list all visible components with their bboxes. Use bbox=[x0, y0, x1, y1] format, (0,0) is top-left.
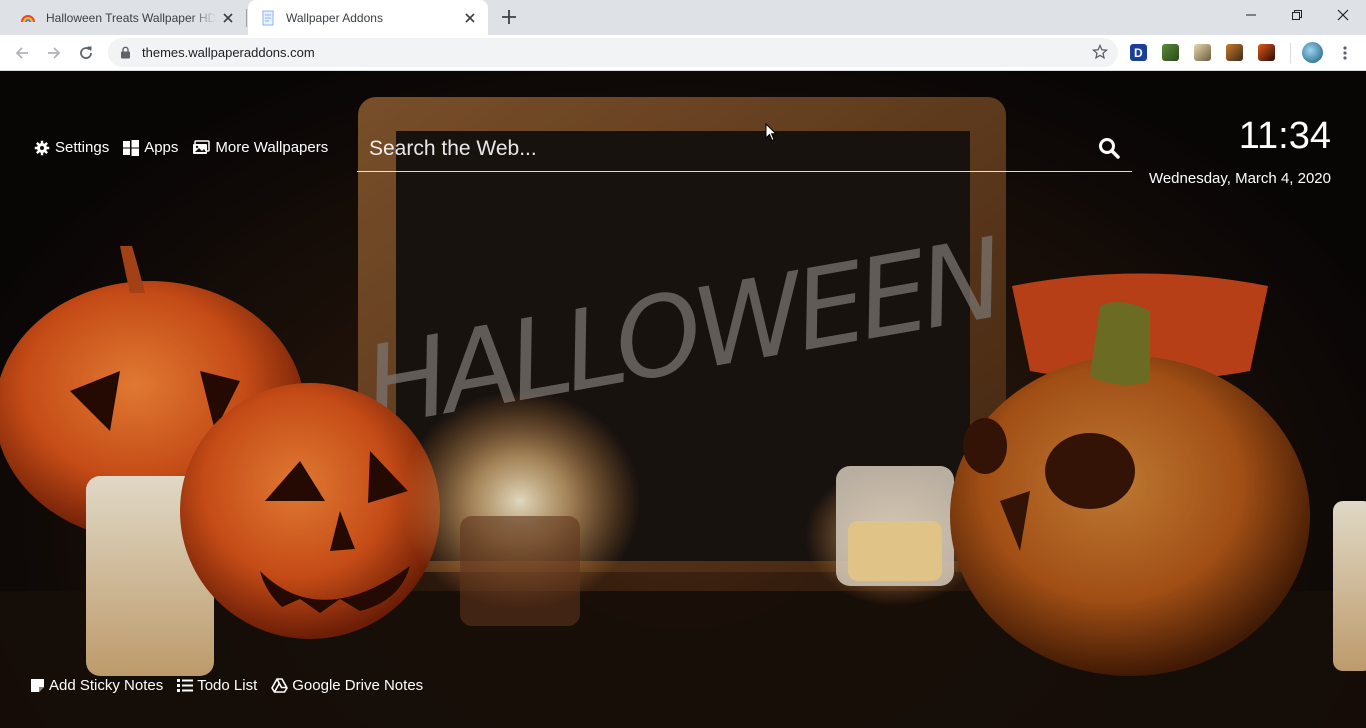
more-wallpapers-link[interactable]: More Wallpapers bbox=[192, 139, 328, 156]
tab-title: Wallpaper Addons bbox=[286, 10, 383, 25]
restore-button[interactable] bbox=[1274, 0, 1320, 30]
letter-d-glyph: D bbox=[1134, 46, 1143, 60]
close-window-button[interactable] bbox=[1320, 0, 1366, 30]
browser-menu-button[interactable] bbox=[1333, 41, 1357, 65]
arrow-left-icon bbox=[15, 47, 28, 59]
apps-label: Apps bbox=[144, 139, 179, 156]
profile-avatar[interactable] bbox=[1302, 42, 1323, 63]
close-icon bbox=[1337, 9, 1349, 21]
more-wallpapers-label: More Wallpapers bbox=[215, 139, 329, 156]
address-bar[interactable]: themes.wallpaperaddons.com bbox=[108, 38, 1118, 67]
minimize-button[interactable] bbox=[1228, 0, 1274, 30]
bottom-tools: Add Sticky Notes Todo List Google Drive … bbox=[30, 677, 423, 694]
reload-icon bbox=[80, 46, 92, 59]
close-icon[interactable] bbox=[462, 10, 478, 26]
tab-title: Halloween Treats Wallpaper HD New Tab Th… bbox=[46, 10, 216, 25]
rainbow-favicon-icon bbox=[21, 14, 35, 22]
sticky-notes-label: Add Sticky Notes bbox=[49, 677, 164, 694]
gear-icon bbox=[34, 140, 50, 155]
settings-link[interactable]: Settings bbox=[34, 139, 109, 156]
sticky-notes-link[interactable]: Add Sticky Notes bbox=[30, 677, 163, 694]
new-tab-page: HALLOWEEN Settings Apps More Wallpapers … bbox=[0, 71, 1366, 728]
search-icon[interactable] bbox=[1098, 137, 1120, 159]
reload-button[interactable] bbox=[74, 41, 98, 65]
tab-halloween-treats[interactable]: Halloween Treats Wallpaper HD New Tab Th… bbox=[10, 0, 246, 35]
settings-label: Settings bbox=[55, 139, 110, 156]
google-drive-notes-label: Google Drive Notes bbox=[292, 677, 424, 694]
todo-list-link[interactable]: Todo List bbox=[177, 677, 257, 694]
extension-brown-icon[interactable] bbox=[1226, 44, 1243, 61]
more-vert-icon bbox=[1343, 46, 1347, 60]
svg-text:D: D bbox=[1134, 46, 1143, 60]
lock-icon bbox=[121, 46, 130, 59]
extension-green-icon[interactable] bbox=[1162, 44, 1179, 61]
todo-list-label: Todo List bbox=[197, 677, 258, 694]
clock-time: 11:34 bbox=[1238, 115, 1331, 157]
extension-halloween-icon[interactable] bbox=[1258, 44, 1275, 61]
new-tab-plus-icon[interactable] bbox=[500, 8, 518, 26]
toolbar-divider bbox=[1290, 43, 1291, 63]
tab-separator bbox=[246, 9, 247, 27]
extension-d-icon[interactable]: D bbox=[1130, 44, 1147, 61]
extension-beige-icon[interactable] bbox=[1194, 44, 1211, 61]
search-box bbox=[357, 126, 1132, 172]
clock-date: Wednesday, March 4, 2020 bbox=[1148, 170, 1331, 187]
url-text: themes.wallpaperaddons.com bbox=[142, 45, 315, 60]
minimize-icon bbox=[1246, 14, 1256, 16]
google-drive-icon bbox=[271, 678, 289, 693]
restore-icon bbox=[1292, 10, 1302, 20]
sticky-note-icon bbox=[31, 679, 44, 692]
images-icon bbox=[193, 139, 211, 154]
google-drive-notes-link[interactable]: Google Drive Notes bbox=[271, 677, 423, 694]
close-icon[interactable] bbox=[220, 10, 236, 26]
browser-toolbar: themes.wallpaperaddons.com D bbox=[0, 35, 1366, 71]
mouse-cursor-icon bbox=[765, 123, 777, 142]
document-favicon-icon bbox=[262, 10, 274, 25]
windows-grid-icon bbox=[123, 139, 140, 156]
forward-button[interactable] bbox=[42, 41, 66, 65]
bookmark-star-icon[interactable] bbox=[1092, 44, 1108, 60]
arrow-right-icon bbox=[48, 47, 61, 59]
tab-strip: Halloween Treats Wallpaper HD New Tab Th… bbox=[0, 0, 1366, 35]
top-nav: Settings Apps More Wallpapers bbox=[34, 139, 328, 156]
tab-wallpaper-addons[interactable]: Wallpaper Addons bbox=[248, 0, 488, 35]
back-button[interactable] bbox=[10, 41, 34, 65]
list-icon bbox=[177, 679, 194, 692]
apps-link[interactable]: Apps bbox=[123, 139, 178, 156]
search-input[interactable] bbox=[369, 134, 1069, 164]
